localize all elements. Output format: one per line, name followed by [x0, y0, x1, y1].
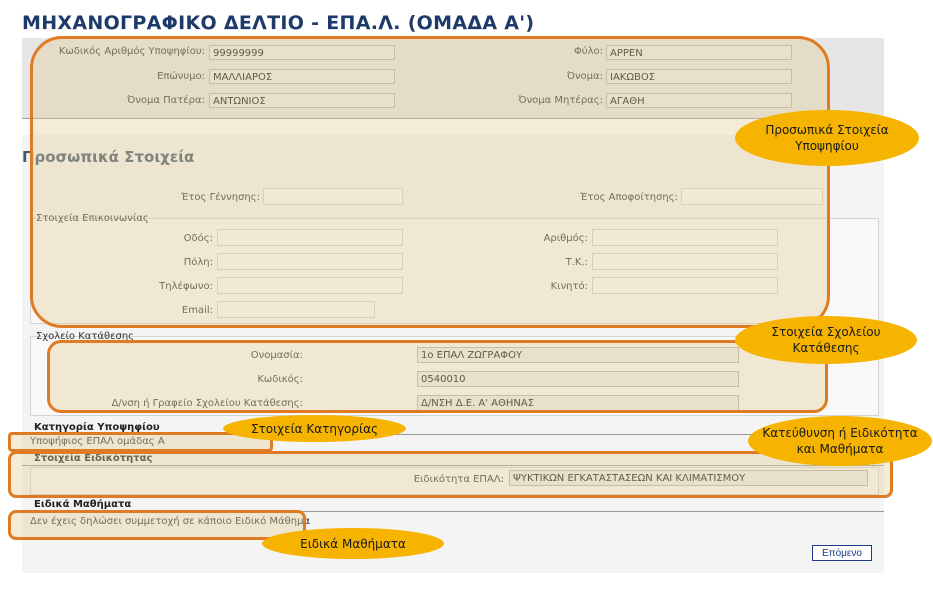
- specialty-highlight: [8, 451, 893, 498]
- special-courses-highlight: [8, 510, 306, 540]
- school-highlight: [47, 340, 828, 413]
- page-title: ΜΗΧΑΝΟΓΡΑΦΙΚΟ ΔΕΛΤΙΟ - ΕΠΑ.Λ. (ΟΜΑΔΑ Α'): [22, 12, 535, 34]
- personal-callout: Προσωπικά Στοιχεία Υποψηφίου: [735, 110, 919, 166]
- special-courses-title: Ειδικά Μαθήματα: [34, 499, 132, 510]
- school-callout: Στοιχεία Σχολείου Κατάθεσης: [735, 316, 917, 364]
- specialty-callout: Κατεύθυνση ή Ειδικότητα και Μαθήματα: [748, 416, 932, 466]
- category-highlight: [8, 432, 273, 452]
- special-courses-callout: Ειδικά Μαθήματα: [262, 528, 444, 559]
- personal-highlight: [30, 36, 830, 328]
- category-callout: Στοιχεία Κατηγορίας: [223, 415, 406, 442]
- next-button[interactable]: Επόμενο: [812, 545, 872, 561]
